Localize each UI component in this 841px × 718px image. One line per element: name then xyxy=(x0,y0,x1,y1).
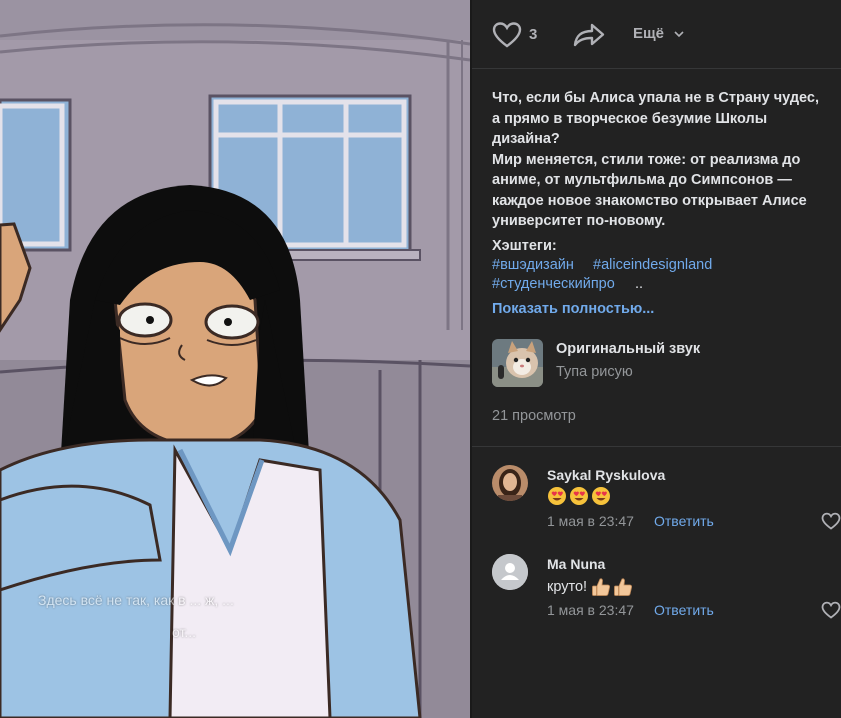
thumbs-up-emoji-icon xyxy=(592,578,633,596)
hashtags-ellipsis: .. xyxy=(635,276,644,292)
video-frame-illustration xyxy=(0,0,470,718)
chevron-down-icon[interactable] xyxy=(674,30,684,38)
cat-photo-thumbnail xyxy=(492,339,543,387)
hashtags-label: Хэштеги: xyxy=(492,238,557,254)
more-button[interactable]: Ещё xyxy=(633,25,664,42)
view-count: 21 просмотр xyxy=(492,408,576,424)
description-line: аниме, от мультфильма до Симпсонов — xyxy=(492,172,792,188)
video-subtitle-line-1: Здесь всё не так, как в ... ж, ... xyxy=(38,592,234,608)
sound-author[interactable]: Тупа рисую xyxy=(556,364,633,380)
default-user-icon xyxy=(492,554,528,590)
description-line: каждое новое знакомство открывает Алисе xyxy=(492,192,807,209)
comment-text-content: круто! xyxy=(547,578,588,595)
avatar[interactable] xyxy=(492,465,528,501)
clip-viewer: Здесь всё не так, как в ... ж, ... от...… xyxy=(0,0,841,718)
avatar[interactable] xyxy=(492,554,528,590)
show-more-link[interactable]: Показать полностью... xyxy=(492,301,654,317)
share-arrow-icon[interactable] xyxy=(572,22,606,48)
action-bar: 3 Ещё xyxy=(472,0,841,69)
comment-text xyxy=(547,486,613,506)
description-line: Что, если бы Алиса упала не в Страну чуд… xyxy=(492,90,820,106)
post-description: Что, если бы Алиса упала не в Страну чуд… xyxy=(492,88,837,232)
description-line: дизайна? xyxy=(492,131,560,147)
description-line: а прямо в творческое безумие Школы xyxy=(492,110,768,127)
info-panel: 3 Ещё Что, если бы Алиса упала не в Стра… xyxy=(472,0,841,718)
comment-author[interactable]: Saykal Ryskulova xyxy=(547,467,665,483)
sound-cover-image[interactable] xyxy=(492,339,543,387)
sound-title[interactable]: Оригинальный звук xyxy=(556,341,700,357)
reply-button[interactable]: Ответить xyxy=(654,513,714,529)
heart-outline-icon[interactable] xyxy=(492,22,522,48)
comment-date[interactable]: 1 мая в 23:47 xyxy=(547,602,634,618)
hashtag-link[interactable]: #вшэдизайн xyxy=(492,257,574,273)
video-subtitle-line-2: от... xyxy=(172,624,197,640)
user-photo xyxy=(492,465,528,501)
heart-outline-icon[interactable] xyxy=(821,601,841,619)
comment-date[interactable]: 1 мая в 23:47 xyxy=(547,513,634,529)
hashtag-link[interactable]: #aliceindesignland xyxy=(593,257,712,273)
hashtag-link[interactable]: #студенческийпро xyxy=(492,276,615,292)
divider xyxy=(472,446,841,447)
like-count: 3 xyxy=(529,26,538,43)
comment-author[interactable]: Ma Nuna xyxy=(547,556,605,572)
reply-button[interactable]: Ответить xyxy=(654,602,714,618)
description-line: Мир меняется, стили тоже: от реализма до xyxy=(492,151,801,168)
heart-outline-icon[interactable] xyxy=(821,512,841,530)
video-player[interactable]: Здесь всё не так, как в ... ж, ... от... xyxy=(0,0,470,718)
heart-eyes-emoji-icon xyxy=(548,487,610,505)
description-line: университет по-новому. xyxy=(492,213,666,229)
comment-text: круто! xyxy=(547,577,635,597)
